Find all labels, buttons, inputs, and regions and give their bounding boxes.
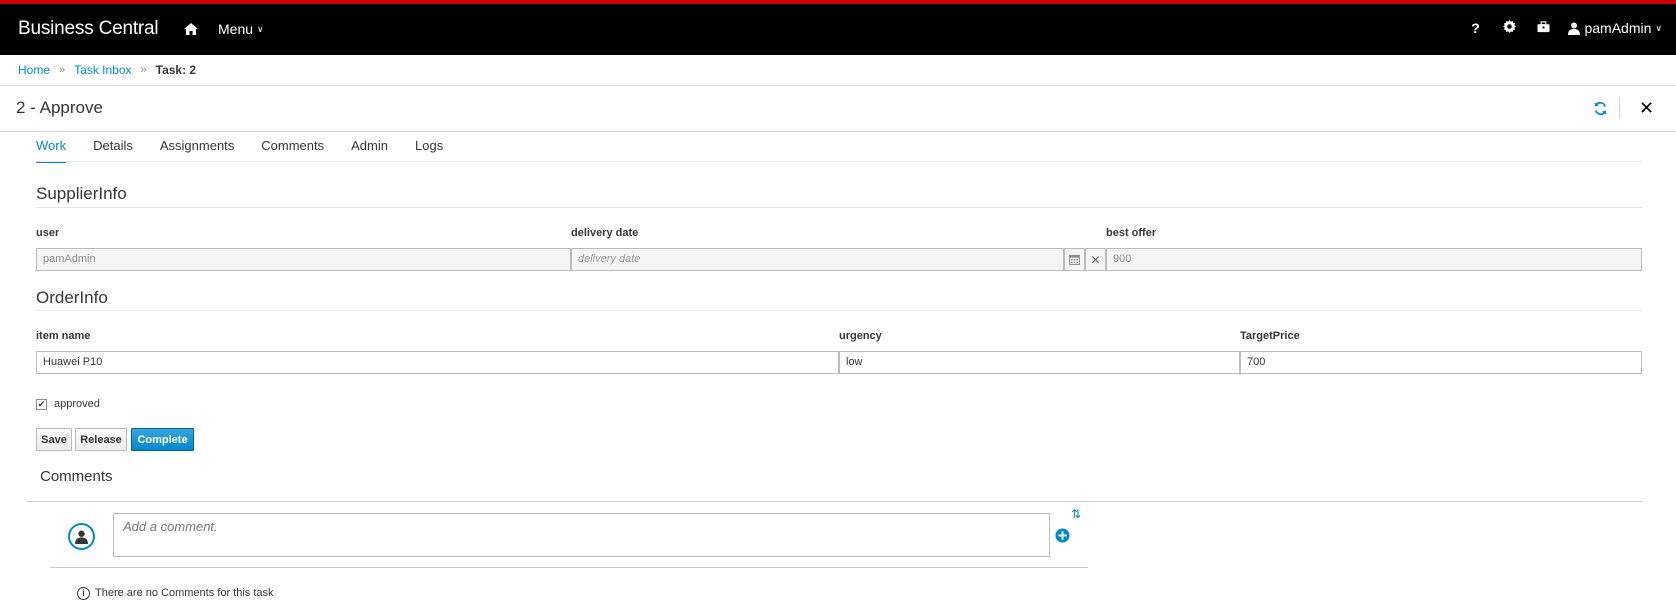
delivery-date-field[interactable]: delivery date bbox=[571, 248, 1064, 271]
user-menu[interactable]: pamAdmin ∨ bbox=[1568, 20, 1662, 36]
urgency-field[interactable]: low bbox=[839, 351, 1240, 374]
divider bbox=[0, 131, 1676, 132]
user-label: user bbox=[36, 227, 60, 239]
no-comments-message: There are no Comments for this task bbox=[95, 587, 274, 599]
target-price-label: TargetPrice bbox=[1240, 330, 1300, 342]
user-icon bbox=[1568, 22, 1581, 35]
refresh-icon[interactable] bbox=[1593, 101, 1608, 116]
urgency-label: urgency bbox=[839, 330, 882, 342]
chevron-down-icon: ∨ bbox=[257, 24, 264, 34]
help-icon[interactable]: ? bbox=[1458, 20, 1492, 36]
divider bbox=[50, 567, 1088, 568]
divider bbox=[27, 501, 1642, 502]
tab-admin[interactable]: Admin bbox=[351, 138, 388, 163]
divider bbox=[36, 207, 1642, 208]
user-name: pamAdmin bbox=[1584, 20, 1652, 36]
top-navbar: Business Central Menu ∨ ? pamAdmin ∨ bbox=[0, 0, 1676, 55]
task-tabs: Work Details Assignments Comments Admin … bbox=[36, 138, 470, 163]
brand-logo[interactable]: Business Central bbox=[18, 18, 159, 40]
sort-icon[interactable]: ⇅ bbox=[1071, 507, 1081, 521]
tab-details[interactable]: Details bbox=[93, 138, 133, 163]
info-icon: i bbox=[77, 587, 90, 600]
approved-checkbox[interactable]: ✔ bbox=[36, 399, 47, 410]
order-info-title: OrderInfo bbox=[36, 288, 108, 307]
breadcrumb-separator: » bbox=[140, 64, 147, 76]
user-field[interactable]: pamAdmin bbox=[36, 248, 571, 271]
breadcrumb-current: Task: 2 bbox=[155, 63, 197, 77]
gear-icon[interactable] bbox=[1492, 20, 1526, 36]
menu-label: Menu bbox=[218, 21, 254, 37]
tab-assignments[interactable]: Assignments bbox=[160, 138, 234, 163]
add-comment-icon[interactable] bbox=[1055, 528, 1070, 543]
breadcrumb-separator: » bbox=[59, 64, 66, 76]
best-offer-label: best offer bbox=[1106, 227, 1157, 239]
save-button[interactable]: Save bbox=[36, 428, 72, 451]
divider bbox=[1619, 97, 1620, 119]
complete-button[interactable]: Complete bbox=[131, 428, 194, 451]
tab-work[interactable]: Work bbox=[36, 138, 67, 163]
clear-date-icon[interactable]: ✕ bbox=[1085, 248, 1106, 271]
briefcase-icon[interactable] bbox=[1526, 20, 1560, 36]
breadcrumb-home[interactable]: Home bbox=[18, 63, 50, 77]
home-icon[interactable] bbox=[183, 21, 199, 37]
divider bbox=[36, 161, 1642, 162]
tab-logs[interactable]: Logs bbox=[415, 138, 443, 163]
calendar-icon[interactable] bbox=[1064, 248, 1085, 271]
approved-label: approved bbox=[54, 398, 100, 410]
comment-input[interactable] bbox=[113, 513, 1050, 557]
divider bbox=[36, 310, 1642, 311]
page-title: 2 - Approve bbox=[16, 98, 103, 117]
top-right-toolbar: ? pamAdmin ∨ bbox=[1458, 20, 1662, 36]
best-offer-field[interactable]: 900 bbox=[1106, 248, 1642, 271]
user-icon bbox=[75, 530, 88, 544]
tab-comments[interactable]: Comments bbox=[261, 138, 324, 163]
breadcrumb: Home » Task Inbox » Task: 2 bbox=[18, 63, 196, 77]
divider bbox=[0, 85, 1676, 86]
item-name-field[interactable]: Huawei P10 bbox=[36, 351, 839, 374]
comments-title: Comments bbox=[40, 468, 113, 485]
release-button[interactable]: Release bbox=[75, 428, 127, 451]
item-name-label: item name bbox=[36, 330, 91, 342]
delivery-date-label: delivery date bbox=[571, 227, 639, 239]
breadcrumb-task-inbox[interactable]: Task Inbox bbox=[74, 63, 131, 77]
menu-dropdown[interactable]: Menu ∨ bbox=[218, 21, 264, 37]
close-icon[interactable]: ✕ bbox=[1639, 99, 1654, 117]
supplier-info-title: SupplierInfo bbox=[36, 184, 127, 203]
target-price-field[interactable]: 700 bbox=[1240, 351, 1642, 374]
chevron-down-icon: ∨ bbox=[1655, 22, 1662, 33]
avatar bbox=[68, 523, 95, 550]
